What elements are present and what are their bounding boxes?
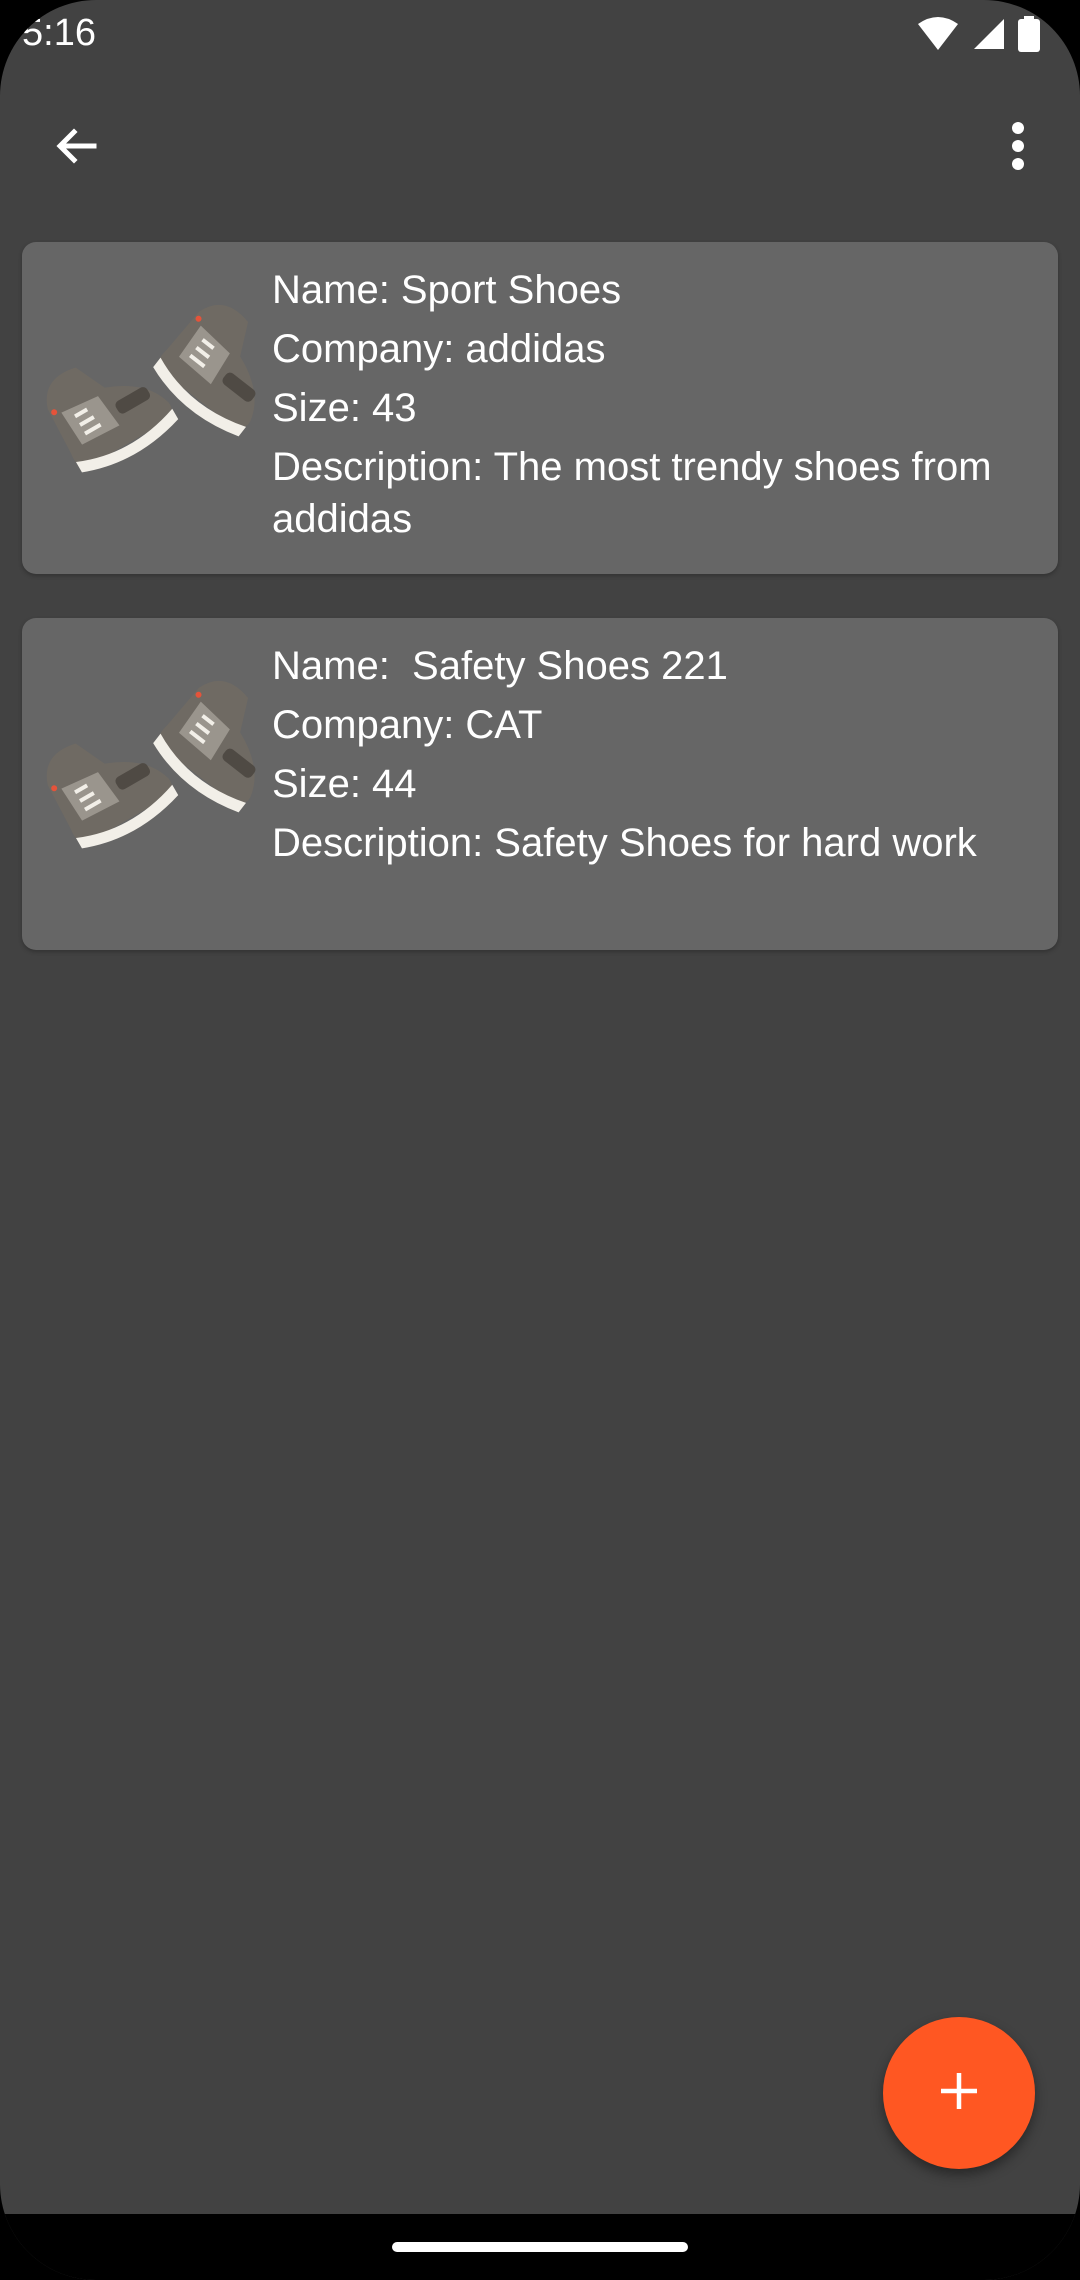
item-size: Size: 44	[272, 762, 417, 806]
battery-icon	[1018, 16, 1040, 52]
more-vertical-icon	[1008, 120, 1028, 177]
status-icons	[916, 14, 1040, 54]
system-navigation-bar	[0, 2214, 1080, 2280]
add-item-fab[interactable]	[883, 2017, 1035, 2169]
list-item[interactable]: Name: Sport Shoes Company: addidas Size:…	[22, 242, 1058, 574]
app-screen: 5:16 Name: Sport Shoes Company: addidas …	[0, 0, 1080, 2280]
item-details: Name: Safety Shoes 221 Company: CAT Size…	[272, 640, 1032, 869]
shoe-list: Name: Sport Shoes Company: addidas Size:…	[22, 242, 1058, 994]
item-details: Name: Sport Shoes Company: addidas Size:…	[272, 264, 1032, 545]
status-time: 5:16	[22, 12, 96, 54]
sneakers-image	[42, 674, 274, 894]
overflow-menu-button[interactable]	[978, 108, 1058, 188]
item-description: Description: The most trendy shoes from …	[272, 445, 992, 541]
plus-icon	[937, 2069, 981, 2118]
status-bar: 5:16	[0, 0, 1080, 66]
sneakers-image	[42, 298, 274, 518]
item-description: Description: Safety Shoes for hard work	[272, 821, 977, 865]
item-size: Size: 43	[272, 386, 417, 430]
home-gesture-handle[interactable]	[392, 2242, 688, 2252]
item-company: Company: addidas	[272, 327, 606, 371]
arrow-back-icon	[52, 122, 100, 175]
back-button[interactable]	[36, 108, 116, 188]
item-company: Company: CAT	[272, 703, 543, 747]
cellular-signal-icon	[972, 17, 1006, 51]
wifi-icon	[916, 16, 960, 52]
app-bar	[0, 66, 1080, 216]
item-name: Name: Safety Shoes 221	[272, 644, 728, 688]
list-item[interactable]: Name: Safety Shoes 221 Company: CAT Size…	[22, 618, 1058, 950]
item-name: Name: Sport Shoes	[272, 268, 622, 312]
